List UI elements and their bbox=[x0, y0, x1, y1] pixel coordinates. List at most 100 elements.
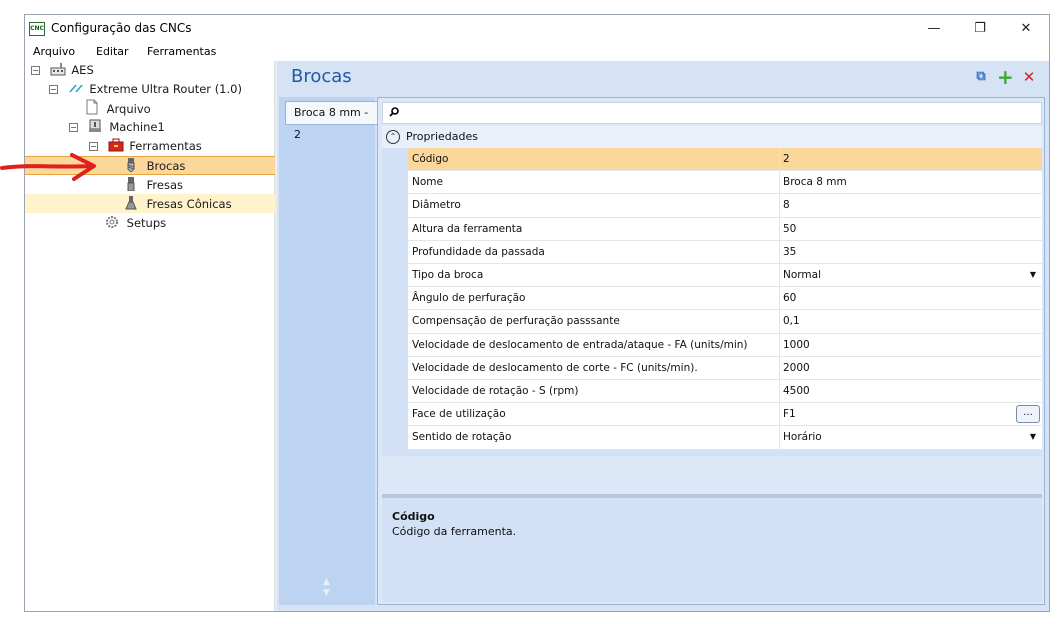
property-value[interactable]: 8 bbox=[779, 194, 1042, 217]
property-row[interactable]: Diâmetro 8 bbox=[408, 194, 1042, 218]
title-bar[interactable]: CNC Configuração das CNCs — ❐ ✕ bbox=[25, 15, 1049, 43]
router-icon bbox=[68, 81, 83, 95]
property-name: Altura da ferramenta bbox=[412, 222, 523, 235]
property-editor: ⌃ Propriedades Código 2 Nome Broca 8 mm … bbox=[377, 97, 1045, 605]
property-value[interactable]: 60 bbox=[779, 287, 1042, 310]
drill-bit-icon bbox=[125, 158, 139, 173]
annotation-arrow-icon bbox=[0, 153, 96, 181]
property-value[interactable]: 0,1 bbox=[779, 310, 1042, 333]
tool-editor-pane: Brocas ⧉ + ✕ Broca 8 mm - 2 ▲ ▼ ⌃ Propri… bbox=[277, 61, 1049, 611]
tree-label-setups: Setups bbox=[126, 216, 167, 230]
tab-scroll-arrows[interactable]: ▲ ▼ bbox=[323, 577, 330, 599]
tree-label-arquivo: Arquivo bbox=[106, 102, 151, 116]
property-name: Compensação de perfuração passsante bbox=[412, 315, 620, 328]
property-row[interactable]: Face de utilização F1 ... bbox=[408, 403, 1042, 427]
property-row[interactable]: Velocidade de deslocamento de corte - FC… bbox=[408, 356, 1042, 380]
tree-label-fresas-conicas: Fresas Cônicas bbox=[146, 197, 232, 211]
ellipsis-button[interactable]: ... bbox=[1016, 405, 1040, 424]
description-panel: Código Código da ferramenta. bbox=[382, 498, 1042, 602]
tree-label-machine1: Machine1 bbox=[109, 120, 165, 134]
tree-label-brocas: Brocas bbox=[146, 159, 186, 173]
property-row[interactable]: Profundidade da passada 35 bbox=[408, 240, 1042, 264]
property-row[interactable]: Altura da ferramenta 50 bbox=[408, 217, 1042, 241]
property-row[interactable]: Velocidade de rotação - S (rpm) 4500 bbox=[408, 380, 1042, 404]
tree-node-aes[interactable]: − AES bbox=[31, 61, 94, 80]
tree-node-fresas[interactable]: Fresas bbox=[125, 176, 183, 195]
property-name: Profundidade da passada bbox=[412, 245, 545, 258]
panel-title: Brocas bbox=[291, 66, 352, 87]
property-row[interactable]: Velocidade de deslocamento de entrada/at… bbox=[408, 333, 1042, 357]
collapse-icon[interactable]: − bbox=[89, 142, 98, 151]
scroll-down-icon[interactable]: ▼ bbox=[323, 588, 330, 599]
property-row[interactable]: Compensação de perfuração passsante 0,1 bbox=[408, 310, 1042, 334]
tree-node-machine1[interactable]: − Machine1 bbox=[69, 118, 165, 137]
property-dropdown[interactable]: Normal ▼ bbox=[779, 264, 1042, 287]
minimize-button[interactable]: — bbox=[911, 15, 957, 43]
close-button[interactable]: ✕ bbox=[1003, 15, 1049, 43]
collapse-icon[interactable]: − bbox=[31, 66, 40, 75]
tree-node-arquivo[interactable]: Arquivo bbox=[85, 99, 151, 118]
collapse-icon[interactable]: − bbox=[69, 123, 78, 132]
category-row[interactable]: ⌃ Propriedades bbox=[382, 126, 1042, 148]
property-value[interactable]: 4500 bbox=[779, 380, 1042, 403]
property-value[interactable]: 35 bbox=[779, 240, 1042, 263]
menu-bar: Arquivo Editar Ferramentas bbox=[25, 43, 1049, 61]
dropdown-arrow-icon[interactable]: ▼ bbox=[1030, 270, 1036, 279]
property-value[interactable]: 1000 bbox=[779, 333, 1042, 356]
tree-label-router: Extreme Ultra Router (1.0) bbox=[89, 82, 242, 96]
tab-broca-8mm-2[interactable]: Broca 8 mm - 2 bbox=[285, 101, 377, 141]
copy-icon[interactable]: ⧉ bbox=[973, 69, 989, 85]
collapse-icon[interactable]: − bbox=[49, 85, 58, 94]
tool-tabs: Broca 8 mm - 2 ▲ ▼ bbox=[279, 97, 377, 605]
property-row[interactable]: Nome Broca 8 mm bbox=[408, 171, 1042, 195]
property-name: Nome bbox=[412, 176, 443, 189]
description-text: Código da ferramenta. bbox=[392, 525, 517, 538]
factory-icon bbox=[50, 62, 66, 76]
category-label: Propriedades bbox=[406, 130, 478, 143]
maximize-button[interactable]: ❐ bbox=[957, 15, 1003, 43]
property-row[interactable]: Código 2 bbox=[408, 148, 1042, 172]
menu-arquivo[interactable]: Arquivo bbox=[33, 45, 75, 58]
tree-node-fresas-conicas[interactable]: Fresas Cônicas bbox=[125, 195, 232, 214]
collapse-category-icon[interactable]: ⌃ bbox=[386, 130, 400, 144]
machine-icon bbox=[88, 119, 102, 133]
property-name: Velocidade de rotação - S (rpm) bbox=[412, 385, 579, 397]
tree-node-brocas[interactable]: Brocas bbox=[125, 157, 185, 176]
tree-node-ferramentas[interactable]: − Ferramentas bbox=[89, 137, 202, 156]
property-name: Velocidade de deslocamento de corte - FC… bbox=[412, 361, 698, 374]
property-value-with-editor[interactable]: F1 ... bbox=[779, 403, 1042, 426]
tree-label-fresas: Fresas bbox=[146, 178, 184, 192]
property-name: Velocidade de deslocamento de entrada/at… bbox=[412, 338, 748, 351]
property-value[interactable]: 2000 bbox=[779, 356, 1042, 379]
menu-editar[interactable]: Editar bbox=[96, 45, 129, 58]
property-name: Tipo da broca bbox=[412, 269, 484, 281]
property-row[interactable]: Sentido de rotação Horário ▼ bbox=[408, 426, 1042, 450]
cnc-app-icon: CNC bbox=[29, 22, 45, 36]
description-title: Código bbox=[392, 510, 435, 523]
menu-ferramentas[interactable]: Ferramentas bbox=[147, 45, 216, 58]
property-search-box[interactable] bbox=[382, 102, 1042, 124]
gear-icon bbox=[105, 215, 119, 229]
property-name: Ângulo de perfuração bbox=[412, 292, 526, 305]
tree-node-router[interactable]: − Extreme Ultra Router (1.0) bbox=[49, 80, 242, 99]
dropdown-value: Horário bbox=[783, 431, 822, 444]
window-title: Configuração das CNCs bbox=[51, 21, 192, 35]
property-row[interactable]: Tipo da broca Normal ▼ bbox=[408, 264, 1042, 288]
remove-icon[interactable]: ✕ bbox=[1021, 69, 1037, 85]
tree-label-ferramentas: Ferramentas bbox=[129, 139, 202, 153]
add-icon[interactable]: + bbox=[997, 67, 1014, 87]
property-name: Diâmetro bbox=[412, 199, 461, 212]
property-name: Código bbox=[412, 153, 449, 165]
dropdown-arrow-icon[interactable]: ▼ bbox=[1030, 432, 1036, 441]
property-dropdown[interactable]: Horário ▼ bbox=[779, 426, 1042, 449]
property-grid: ⌃ Propriedades Código 2 Nome Broca 8 mm … bbox=[382, 126, 1042, 456]
property-row[interactable]: Ângulo de perfuração 60 bbox=[408, 287, 1042, 311]
search-icon bbox=[389, 107, 399, 117]
property-value[interactable]: 2 bbox=[779, 148, 1042, 171]
property-name: Sentido de rotação bbox=[412, 431, 512, 444]
property-value[interactable]: 50 bbox=[779, 217, 1042, 240]
property-value[interactable]: Broca 8 mm bbox=[779, 171, 1042, 194]
face-value: F1 bbox=[783, 408, 796, 421]
scroll-up-icon[interactable]: ▲ bbox=[323, 577, 330, 588]
tree-node-setups[interactable]: Setups bbox=[105, 214, 166, 233]
